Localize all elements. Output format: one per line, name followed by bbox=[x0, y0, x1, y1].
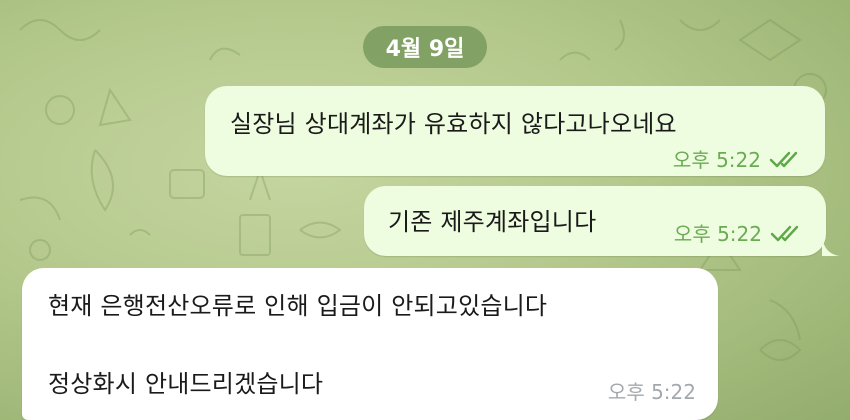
double-check-icon bbox=[769, 151, 798, 167]
message-time: 오후 5:22 bbox=[607, 380, 696, 404]
outgoing-message-bubble[interactable]: 기존 제주계좌입니다 오후 5:22 bbox=[364, 186, 826, 256]
bubble-tail bbox=[822, 236, 840, 256]
message-text-line: 정상화시 안내드리겠습니다 bbox=[48, 370, 324, 398]
outgoing-message-bubble[interactable]: 실장님 상대계좌가 유효하지 않다고나오네요 오후 5:22 bbox=[205, 86, 825, 176]
message-meta: 오후 5:22 bbox=[674, 218, 804, 247]
incoming-message-bubble[interactable]: 현재 은행전산오류로 인해 입금이 안되고있습니다 정상화시 안내드리겠습니다 … bbox=[22, 268, 718, 420]
message-text: 실장님 상대계좌가 유효하지 않다고나오네요 bbox=[230, 110, 677, 138]
message-text-line: 현재 은행전산오류로 인해 입금이 안되고있습니다 bbox=[48, 292, 548, 320]
message-meta: 오후 5:22 bbox=[608, 376, 696, 405]
message-meta: 오후 5:22 bbox=[673, 144, 803, 173]
date-separator: 4월 9일 bbox=[363, 26, 487, 68]
message-time: 오후 5:22 bbox=[673, 222, 762, 246]
message-time: 오후 5:22 bbox=[672, 148, 761, 172]
message-text: 기존 제주계좌입니다 bbox=[388, 208, 597, 236]
double-check-icon bbox=[770, 225, 799, 241]
